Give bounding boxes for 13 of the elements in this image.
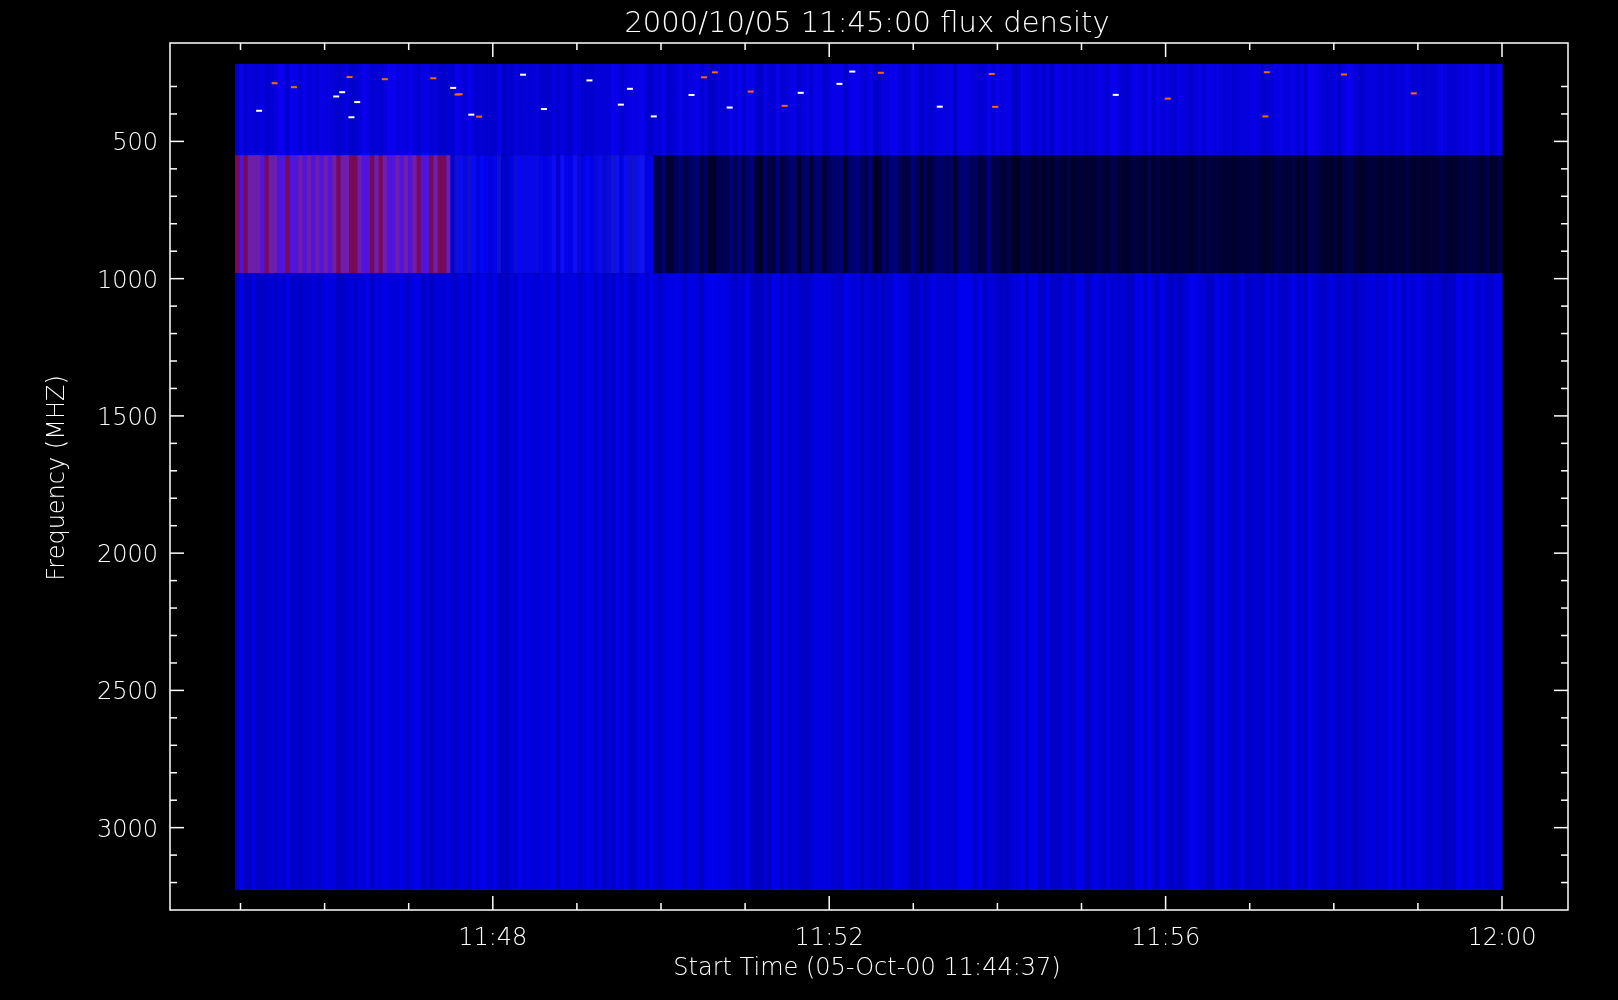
x-tick-label: 11:48 [458,923,528,951]
x-tick-label: 12:00 [1467,923,1537,951]
y-tick-label: 500 [112,128,158,157]
y-tick-label: 2000 [96,540,158,569]
y-tick-label: 2500 [96,677,158,706]
y-tick-label: 3000 [96,814,158,843]
y-tick-label: 1500 [96,402,158,431]
chart-title: 2000/10/05 11:45:00 flux density [624,5,1110,39]
x-tick-label: 11:52 [794,923,864,951]
x-tick-label: 11:56 [1131,923,1201,951]
x-axis-label: Start Time (05-Oct-00 11:44:37) [673,953,1061,981]
y-axis-label: Frequency (MHZ) [42,375,70,581]
y-tick-label: 1000 [96,265,158,294]
